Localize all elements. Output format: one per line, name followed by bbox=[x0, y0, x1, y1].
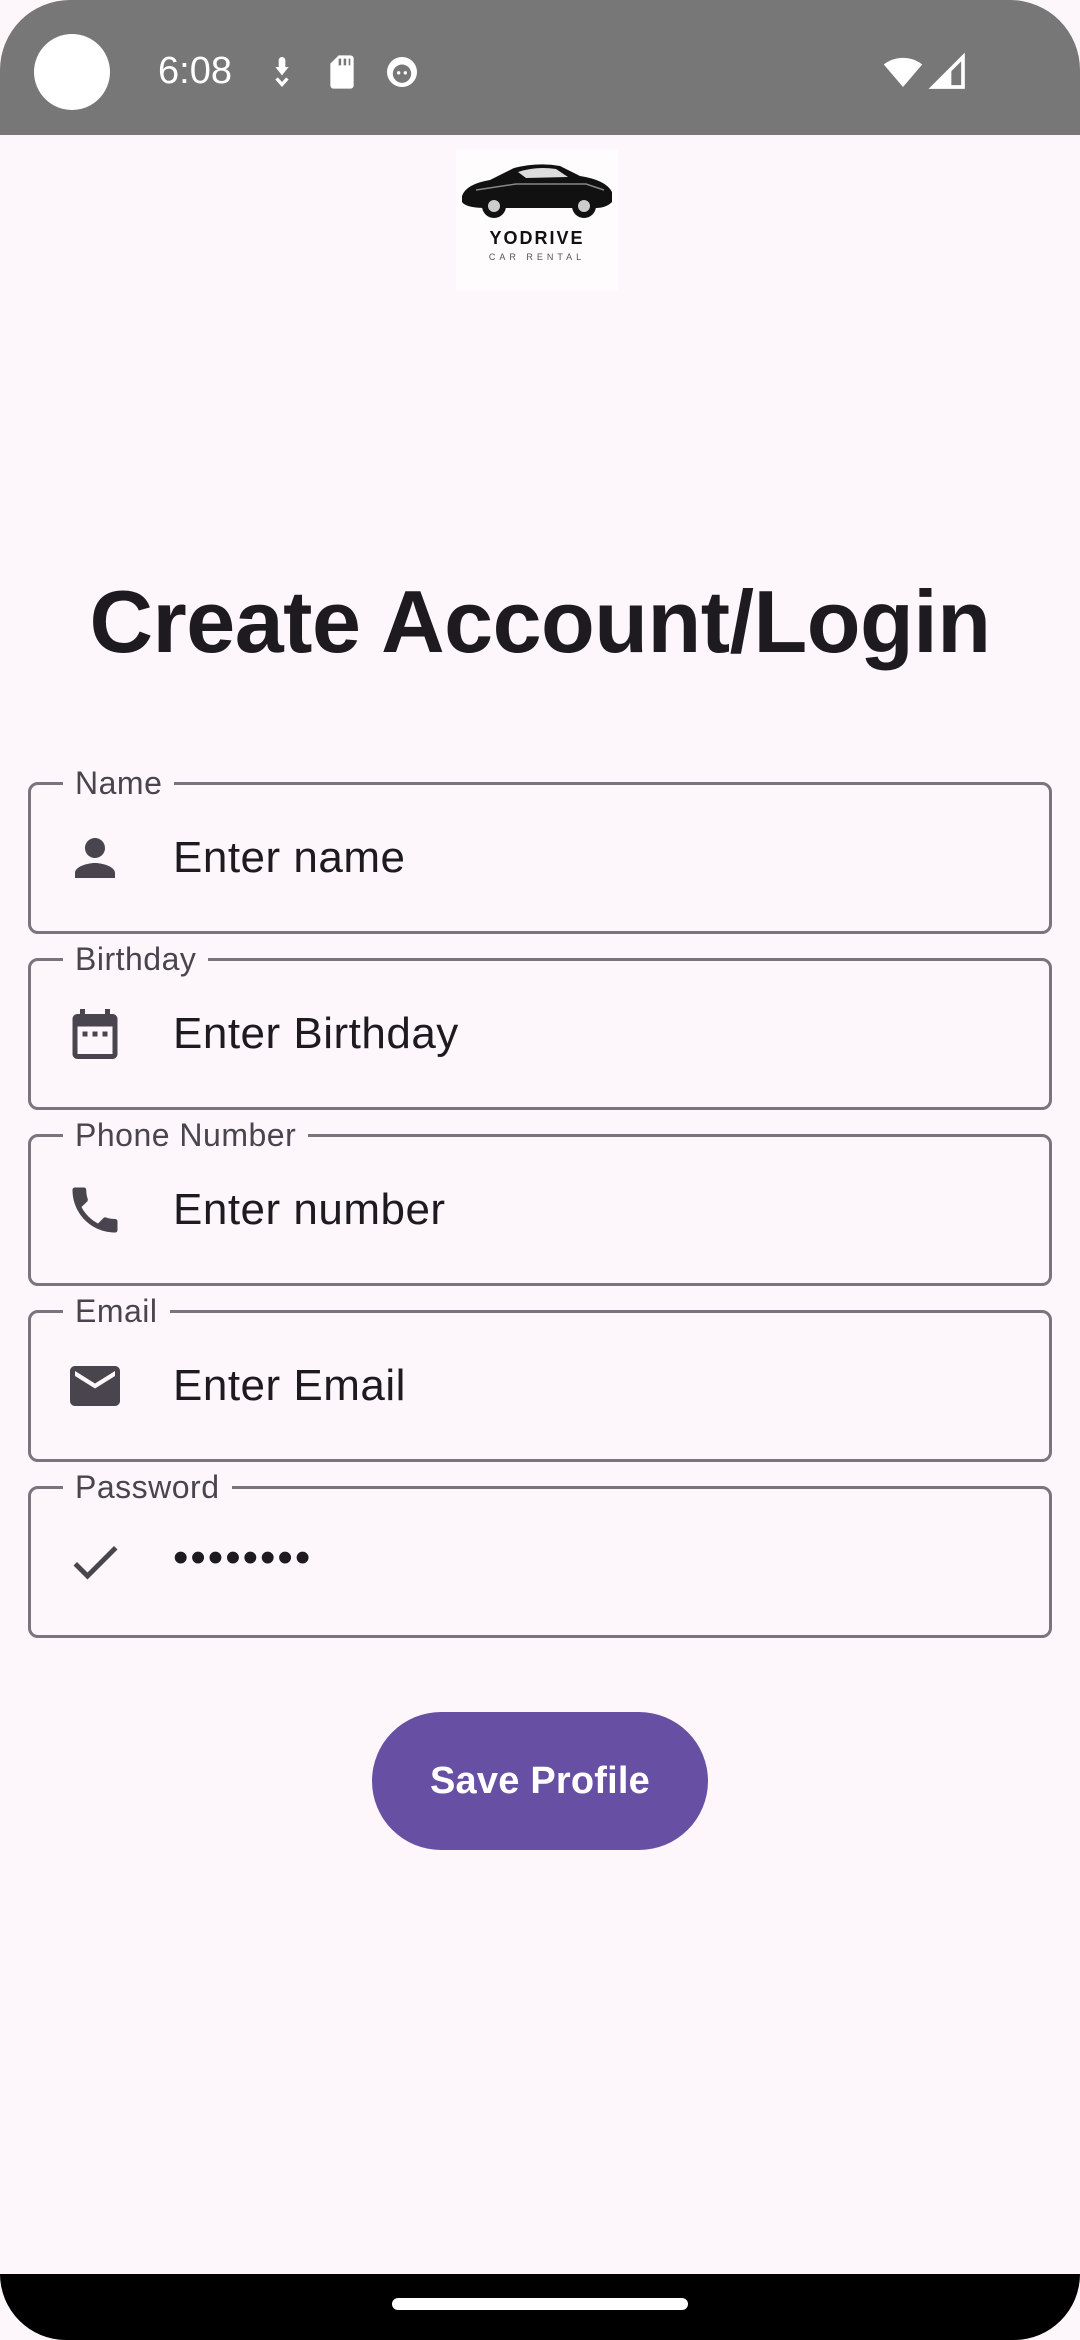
home-indicator[interactable] bbox=[392, 2298, 688, 2310]
download-icon bbox=[262, 52, 302, 92]
birthday-label: Birthday bbox=[63, 939, 209, 979]
email-input[interactable] bbox=[173, 1351, 1013, 1421]
password-field[interactable]: Password •••••••• bbox=[28, 1467, 1052, 1638]
name-field[interactable]: Name bbox=[28, 763, 1052, 934]
name-input[interactable] bbox=[173, 823, 1013, 893]
sd-card-icon bbox=[322, 52, 362, 92]
robot-face-icon bbox=[382, 52, 422, 92]
calendar-icon bbox=[65, 1004, 125, 1064]
birthday-field[interactable]: Birthday bbox=[28, 939, 1052, 1110]
email-field[interactable]: Email bbox=[28, 1291, 1052, 1462]
app-logo: YODRIVE CAR RENTAL bbox=[456, 150, 618, 290]
phone-icon bbox=[65, 1180, 125, 1240]
wifi-icon bbox=[880, 52, 926, 92]
phone-input[interactable] bbox=[173, 1175, 1013, 1245]
logo-tagline: CAR RENTAL bbox=[489, 252, 585, 262]
email-label: Email bbox=[63, 1291, 170, 1331]
password-input[interactable]: •••••••• bbox=[173, 1523, 312, 1593]
logo-brand: YODRIVE bbox=[489, 228, 584, 248]
name-label: Name bbox=[63, 763, 175, 803]
phone-field[interactable]: Phone Number bbox=[28, 1115, 1052, 1286]
save-profile-button[interactable]: Save Profile bbox=[372, 1712, 708, 1850]
check-icon bbox=[65, 1532, 125, 1592]
mail-icon bbox=[65, 1356, 125, 1416]
password-label: Password bbox=[63, 1467, 232, 1507]
signal-icon bbox=[928, 52, 968, 92]
status-bar: 6:08 bbox=[0, 0, 1080, 135]
status-time: 6:08 bbox=[158, 50, 232, 92]
person-icon bbox=[65, 828, 125, 888]
page-title: Create Account/Login bbox=[89, 572, 991, 671]
camera-dot bbox=[34, 34, 110, 110]
phone-label: Phone Number bbox=[63, 1115, 309, 1155]
birthday-input[interactable] bbox=[173, 999, 1013, 1069]
